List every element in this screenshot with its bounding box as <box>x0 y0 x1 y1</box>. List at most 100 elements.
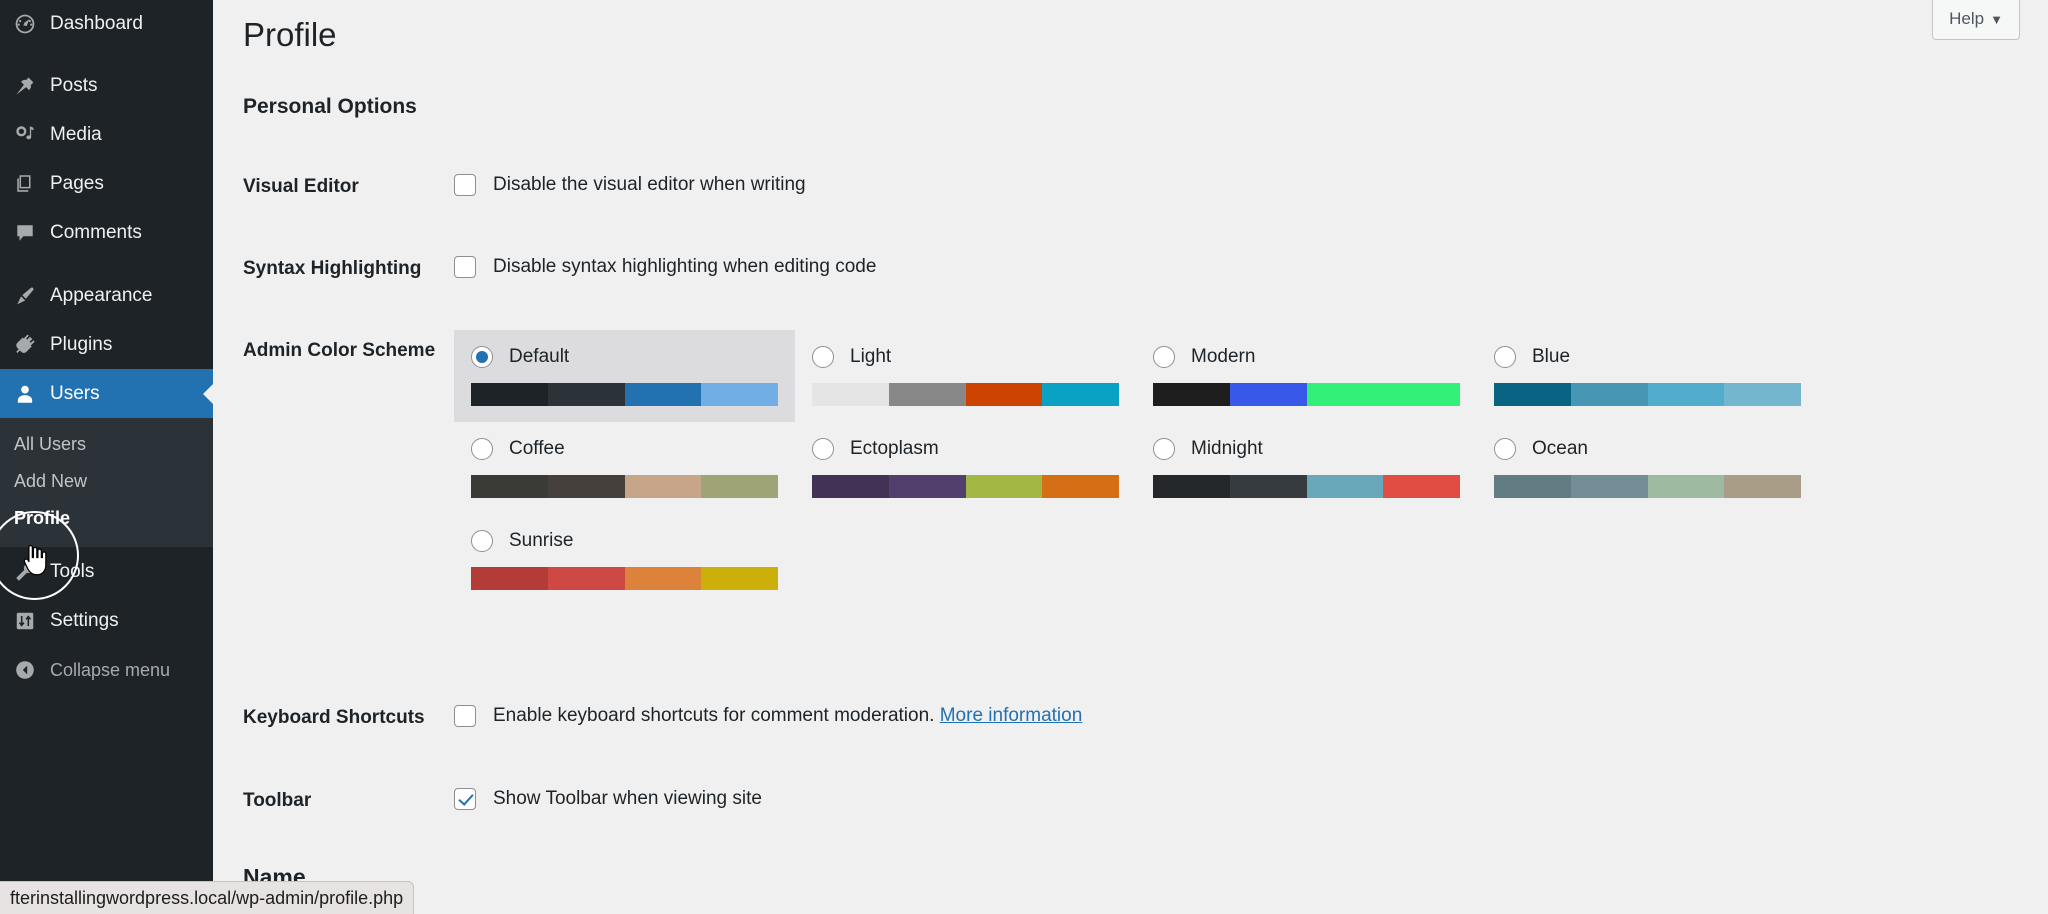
row-field: Disable the visual editor when writing <box>454 174 806 196</box>
sidebar-item-posts[interactable]: Posts <box>0 61 213 110</box>
color-scheme-palette <box>471 567 778 590</box>
sidebar-item-label: Pages <box>50 173 104 194</box>
sidebar-item-users[interactable]: Users <box>0 369 213 418</box>
sidebar-item-appearance[interactable]: Appearance <box>0 271 213 320</box>
color-scheme-radio-ectoplasm[interactable] <box>812 438 834 460</box>
plugin-icon <box>0 334 50 356</box>
color-scheme-palette <box>812 475 1119 498</box>
color-scheme-radio-light[interactable] <box>812 346 834 368</box>
help-button-label: Help <box>1949 9 1985 28</box>
active-arrow-icon <box>203 383 213 404</box>
palette-swatch-4 <box>1724 383 1801 406</box>
color-scheme-option-coffee[interactable]: Coffee <box>454 422 795 514</box>
sidebar-item-label: Comments <box>50 222 142 243</box>
color-scheme-option-ectoplasm[interactable]: Ectoplasm <box>795 422 1136 514</box>
color-scheme-header: Light <box>812 344 1119 370</box>
palette-swatch-4 <box>1042 383 1119 406</box>
palette-swatch-2 <box>888 475 966 498</box>
color-scheme-header: Coffee <box>471 436 778 462</box>
palette-swatch-1 <box>471 475 548 498</box>
color-scheme-radio-default[interactable] <box>471 346 493 368</box>
color-scheme-header: Sunrise <box>471 528 786 554</box>
sidebar-item-collapse-menu[interactable]: Collapse menu <box>0 645 213 694</box>
palette-swatch-1 <box>471 383 548 406</box>
submenu-item-profile[interactable]: Profile <box>0 500 213 537</box>
palette-swatch-3 <box>1647 475 1725 498</box>
color-scheme-radio-sunrise[interactable] <box>471 530 493 552</box>
color-scheme-header: Ectoplasm <box>812 436 1119 462</box>
sidebar-item-plugins[interactable]: Plugins <box>0 320 213 369</box>
row-label: Visual Editor <box>243 176 359 197</box>
palette-swatch-2 <box>888 383 966 406</box>
sidebar-divider <box>0 257 213 271</box>
color-scheme-palette <box>1153 475 1460 498</box>
toolbar-checkbox[interactable] <box>454 788 476 810</box>
visual-editor-checkbox-line[interactable]: Disable the visual editor when writing <box>454 174 806 196</box>
submenu-item-add-new[interactable]: Add New <box>0 463 213 500</box>
color-scheme-radio-modern[interactable] <box>1153 346 1175 368</box>
color-scheme-radio-blue[interactable] <box>1494 346 1516 368</box>
toolbar-checkbox-label: Show Toolbar when viewing site <box>493 788 762 809</box>
sidebar-item-label: Collapse menu <box>50 659 171 680</box>
palette-swatch-3 <box>624 383 702 406</box>
admin-color-scheme-grid: Default Light Modern Blue Coffee Ectoplasm Mid… <box>454 330 1801 606</box>
color-scheme-label: Ectoplasm <box>850 438 939 459</box>
color-scheme-option-ocean[interactable]: Ocean <box>1477 422 1818 514</box>
palette-swatch-3 <box>965 475 1043 498</box>
color-scheme-option-midnight[interactable]: Midnight <box>1136 422 1477 514</box>
color-scheme-option-light[interactable]: Light <box>795 330 1136 422</box>
visual-editor-checkbox-label: Disable the visual editor when writing <box>493 174 806 195</box>
toolbar-checkbox-line[interactable]: Show Toolbar when viewing site <box>454 788 762 810</box>
palette-swatch-2 <box>1570 475 1648 498</box>
color-scheme-option-default[interactable]: Default <box>454 330 795 422</box>
syntax-highlighting-checkbox[interactable] <box>454 256 476 278</box>
color-scheme-palette <box>471 383 778 406</box>
row-label: Admin Color Scheme <box>243 340 436 361</box>
help-button[interactable]: Help ▼ <box>1932 0 2020 40</box>
palette-swatch-1 <box>1153 475 1230 498</box>
submenu-item-all-users[interactable]: All Users <box>0 426 213 463</box>
syntax-highlighting-checkbox-label: Disable syntax highlighting when editing… <box>493 256 877 277</box>
sidebar-item-pages[interactable]: Pages <box>0 159 213 208</box>
sidebar-item-comments[interactable]: Comments <box>0 208 213 257</box>
row-field: Show Toolbar when viewing site <box>454 788 762 810</box>
color-scheme-option-sunrise[interactable]: Sunrise <box>454 514 803 606</box>
sidebar-item-label: Appearance <box>50 285 153 306</box>
color-scheme-label: Sunrise <box>509 530 574 551</box>
keyboard-shortcuts-checkbox[interactable] <box>454 705 476 727</box>
keyboard-shortcuts-checkbox-line[interactable]: Enable keyboard shortcuts for comment mo… <box>454 705 1082 727</box>
row-label: Syntax Highlighting <box>243 258 422 279</box>
sidebar-item-media[interactable]: Media <box>0 110 213 159</box>
palette-swatch-4 <box>701 383 778 406</box>
collapse-arrow-icon <box>0 659 50 681</box>
palette-swatch-2 <box>547 383 625 406</box>
palette-swatch-1 <box>1494 383 1571 406</box>
color-scheme-radio-ocean[interactable] <box>1494 438 1516 460</box>
more-information-link[interactable]: More information <box>940 705 1083 726</box>
palette-swatch-4 <box>701 567 778 590</box>
submenu-item-label: All Users <box>14 434 87 454</box>
sidebar-item-tools[interactable]: Tools <box>0 547 213 596</box>
palette-swatch-3 <box>1647 383 1725 406</box>
color-scheme-radio-coffee[interactable] <box>471 438 493 460</box>
color-scheme-radio-midnight[interactable] <box>1153 438 1175 460</box>
sidebar-item-settings[interactable]: Settings <box>0 596 213 645</box>
sidebar-item-dashboard[interactable]: Dashboard <box>0 0 213 47</box>
submenu-item-label: Add New <box>14 471 88 491</box>
palette-swatch-1 <box>1494 475 1571 498</box>
syntax-highlighting-checkbox-line[interactable]: Disable syntax highlighting when editing… <box>454 256 876 278</box>
palette-swatch-1 <box>812 383 889 406</box>
sidebar-item-label: Tools <box>50 561 95 582</box>
color-scheme-label: Coffee <box>509 438 565 459</box>
palette-swatch-4 <box>701 475 778 498</box>
color-scheme-row: Sunrise <box>454 514 1799 606</box>
color-scheme-palette <box>1494 383 1801 406</box>
submenu-item-label: Profile <box>14 508 71 528</box>
comment-icon <box>0 222 50 244</box>
sidebar-item-label: Posts <box>50 75 98 96</box>
pin-icon <box>0 75 50 97</box>
visual-editor-checkbox[interactable] <box>454 174 476 196</box>
media-icon <box>0 124 50 146</box>
color-scheme-option-modern[interactable]: Modern <box>1136 330 1477 422</box>
color-scheme-option-blue[interactable]: Blue <box>1477 330 1818 422</box>
